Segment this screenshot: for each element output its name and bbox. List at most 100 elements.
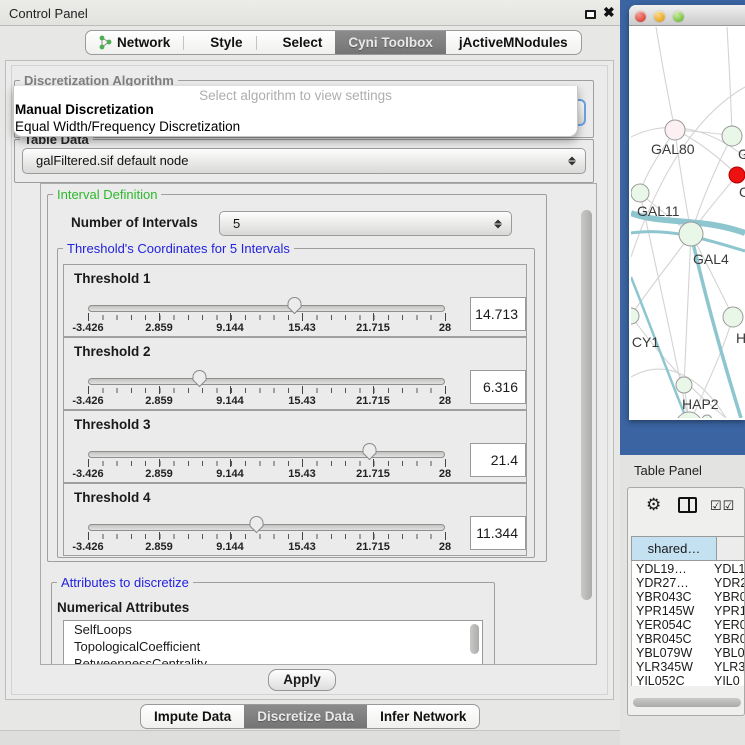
table-row[interactable]: YDR27…YDR2 — [636, 576, 745, 591]
table-row[interactable]: YBR043CYBR0 — [636, 590, 745, 605]
scale-label: -3.426 — [72, 468, 103, 480]
tab-discretize-data[interactable]: Discretize Data — [244, 704, 367, 729]
column-header-name[interactable]: n — [716, 536, 745, 561]
attributes-group-label: Attributes to discretize — [57, 575, 193, 590]
number-of-intervals-combobox[interactable]: 5 — [219, 211, 512, 236]
tab-cyni-toolbox-label: Cyni Toolbox — [348, 35, 433, 50]
node-red[interactable] — [729, 167, 745, 183]
table-row[interactable]: YLR345WYLR3 — [636, 660, 745, 675]
settings-vertical-scrollbar[interactable] — [581, 210, 592, 600]
node-label-hap2: HAP2 — [682, 396, 719, 412]
scale-label: -3.426 — [72, 322, 103, 334]
thresholds-group-label: Threshold's Coordinates for 5 Intervals — [63, 241, 294, 256]
threshold-1-slider-thumb[interactable] — [286, 296, 303, 320]
scale-label: 2.859 — [145, 395, 173, 407]
tab-impute-data[interactable]: Impute Data — [140, 704, 244, 729]
scale-label: 2.859 — [145, 541, 173, 553]
network-tab-icon — [99, 34, 112, 49]
tab-network[interactable]: Network — [85, 30, 197, 55]
number-of-intervals-value: 5 — [233, 216, 240, 231]
table-row[interactable]: YIL052CYIL0 — [636, 674, 745, 689]
scale-label: 15.43 — [288, 322, 316, 334]
apply-button[interactable]: Apply — [268, 669, 336, 691]
threshold-4-value-field[interactable]: 11.344 — [470, 516, 526, 550]
node-label-c: C — [739, 184, 745, 200]
threshold-3-slider-thumb[interactable] — [361, 442, 378, 466]
list-scrollbar[interactable] — [470, 624, 479, 654]
float-icon[interactable] — [585, 10, 596, 19]
scale-label: 2.859 — [145, 468, 173, 480]
node-top-right[interactable] — [722, 126, 742, 146]
scale-label: -3.426 — [72, 541, 103, 553]
threshold-1-slider-track[interactable] — [88, 305, 445, 312]
threshold-3-value-field[interactable]: 21.4 — [470, 443, 526, 477]
table-panel-title: Table Panel — [634, 463, 702, 478]
tab-jactivemnodules[interactable]: jActiveMNodules — [446, 30, 582, 55]
network-canvas[interactable]: GAL80 G C GAL11 GAL4 GCY1 H HAP2 — [631, 27, 745, 418]
menu-item-equal-width-frequency[interactable]: Equal Width/Frequency Discretization — [15, 119, 240, 134]
scale-label: 28 — [439, 468, 451, 480]
tab-style-label: Style — [210, 35, 242, 50]
scale-label: 15.43 — [288, 395, 316, 407]
tab-select[interactable]: Select — [270, 30, 336, 55]
scale-label: 15.43 — [288, 541, 316, 553]
tick-marks — [88, 461, 446, 466]
scale-label: 9.144 — [216, 541, 244, 553]
table-horizontal-scrollbar[interactable] — [633, 698, 741, 707]
checkbox-icons[interactable]: ☑☑ — [710, 498, 735, 514]
tab-infer-network[interactable]: Infer Network — [367, 704, 480, 729]
table-row[interactable]: YDL19…YDL1 — [636, 562, 745, 577]
scale-label: 28 — [439, 541, 451, 553]
table-data-combobox[interactable]: galFiltered.sif default node — [22, 148, 586, 174]
table-row[interactable]: YBR045CYBR0 — [636, 632, 745, 647]
list-item[interactable]: TopologicalCoefficient — [64, 638, 482, 655]
scale-label: 21.715 — [356, 395, 390, 407]
list-item[interactable]: SelfLoops — [64, 621, 482, 638]
minimize-traffic-icon[interactable] — [654, 11, 665, 22]
table-panel-box: ⚙ ☑☑ shared… n YDL19…YDL1 YDR27…YDR2 YBR… — [627, 487, 745, 716]
node-h[interactable] — [723, 307, 743, 327]
split-pane-icon[interactable] — [678, 497, 697, 513]
table-data-selected-value: galFiltered.sif default node — [36, 153, 188, 168]
node-gal4[interactable] — [679, 222, 703, 246]
table-row[interactable]: YBL079WYBL0 — [636, 646, 745, 661]
threshold-2-slider-thumb[interactable] — [191, 369, 208, 393]
zoom-traffic-icon[interactable] — [673, 11, 684, 22]
scale-label: 9.144 — [216, 322, 244, 334]
threshold-2-slider-track[interactable] — [88, 378, 445, 385]
table-row[interactable]: YER054CYER0 — [636, 618, 745, 633]
threshold-1-value-field[interactable]: 14.713 — [470, 297, 526, 331]
close-icon[interactable]: ✖ — [603, 4, 615, 21]
node-bottom[interactable] — [676, 412, 702, 418]
threshold-1-row: Threshold 1 -3.426 2.859 9.144 15.43 21.… — [63, 264, 527, 337]
node-label-g: G — [738, 146, 745, 162]
threshold-3-slider-track[interactable] — [88, 451, 445, 458]
threshold-2-value-field[interactable]: 6.316 — [470, 370, 526, 404]
threshold-4-slider-track[interactable] — [88, 524, 445, 531]
algorithm-dropdown-popup: Select algorithm to view settings Manual… — [13, 86, 578, 137]
tab-cyni-toolbox[interactable]: Cyni Toolbox — [335, 30, 446, 55]
node-gal11[interactable] — [631, 184, 649, 202]
node-bottom-small[interactable] — [702, 415, 712, 418]
numerical-attributes-list[interactable]: SelfLoops TopologicalCoefficient Between… — [63, 620, 483, 665]
cyni-toolbox-panel: Discretization Algorithm Table Data galF… — [5, 60, 614, 700]
table-row[interactable]: YPR145WYPR1 — [636, 604, 745, 619]
threshold-2-row: Threshold 2 -3.426 2.859 9.144 15.43 21.… — [63, 337, 527, 410]
tab-style[interactable]: Style — [197, 30, 269, 55]
network-view-window[interactable]: GAL80 G C GAL11 GAL4 GCY1 H HAP2 — [629, 5, 745, 420]
network-window-titlebar[interactable] — [629, 5, 745, 26]
node-gcy1[interactable] — [631, 308, 639, 324]
menu-item-manual-discretization[interactable]: Manual Discretization — [15, 102, 154, 117]
node-hap2[interactable] — [676, 377, 692, 393]
gear-icon[interactable]: ⚙ — [646, 495, 661, 515]
bottom-filler — [0, 730, 620, 745]
node-label-gal80: GAL80 — [651, 141, 695, 157]
threshold-4-slider-thumb[interactable] — [248, 515, 265, 539]
close-traffic-icon[interactable] — [635, 11, 646, 22]
node-gal80[interactable] — [665, 120, 685, 140]
threshold-3-row: Threshold 3 -3.426 2.859 9.144 15.43 21.… — [63, 410, 527, 483]
list-item[interactable]: BetweennessCentrality — [64, 655, 482, 665]
threshold-2-label: Threshold 2 — [74, 344, 151, 359]
scale-label: 9.144 — [216, 395, 244, 407]
column-header-shared-name[interactable]: shared… — [631, 536, 717, 561]
